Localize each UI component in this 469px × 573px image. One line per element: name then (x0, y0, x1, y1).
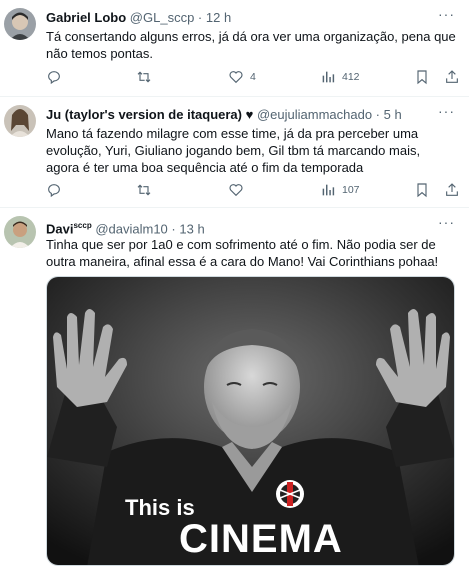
timestamp[interactable]: 5 h (384, 107, 402, 122)
heart-icon (229, 184, 243, 197)
tweet-header: Gabriel Lobo @GL_sccp · 12 h (46, 10, 231, 26)
tweet-media-image[interactable]: This is CINEMA (46, 276, 455, 566)
more-options-icon[interactable]: ··· (438, 6, 455, 22)
view-count: 107 (342, 184, 360, 196)
separator-dot: · (375, 107, 381, 122)
tweet-2[interactable]: Ju (taylor's version de itaquera) ♥ @euj… (0, 97, 469, 208)
avatar[interactable] (4, 105, 36, 137)
meme-caption-cinema: CINEMA (179, 517, 343, 561)
share-button[interactable] (444, 182, 460, 198)
tweet-text: Tinha que ser por 1a0 e com sofrimento a… (46, 237, 439, 269)
separator-dot: · (197, 10, 203, 25)
separator-dot: · (171, 221, 176, 237)
reply-icon (48, 71, 60, 85)
timestamp[interactable]: 13 h (179, 221, 204, 236)
like-count: 4 (250, 71, 256, 83)
author-name[interactable]: Ju (taylor's version de itaquera) (46, 107, 242, 122)
views-icon (322, 71, 335, 83)
avatar[interactable] (4, 216, 36, 248)
author-handle[interactable]: @davialm10 (95, 221, 167, 236)
author-handle[interactable]: @GL_sccp (130, 10, 195, 25)
author-handle[interactable]: @eujuliammachado (257, 107, 372, 122)
views-button[interactable]: 412 (320, 69, 360, 85)
retweet-icon (137, 71, 151, 83)
like-button[interactable] (228, 182, 250, 198)
tweet-text: Tá consertando alguns erros, já dá ora v… (46, 29, 456, 61)
tweet-header: Davisccp @davialm10 · 13 h (46, 218, 205, 237)
retweet-icon (137, 184, 151, 196)
reply-button[interactable] (46, 182, 62, 198)
share-button[interactable] (444, 69, 460, 85)
avatar-image (4, 8, 36, 40)
share-icon (446, 70, 458, 83)
views-icon (322, 184, 335, 196)
bookmark-icon (417, 183, 427, 198)
avatar-image (4, 216, 36, 248)
retweet-button[interactable] (136, 69, 152, 85)
like-button[interactable]: 4 (228, 69, 256, 85)
avatar[interactable] (4, 8, 36, 40)
tweet-header: Ju (taylor's version de itaquera) ♥ @euj… (46, 107, 402, 123)
heart-icon (229, 71, 243, 84)
author-name[interactable]: Davi (46, 221, 73, 236)
bookmark-button[interactable] (414, 69, 430, 85)
reply-button[interactable] (46, 69, 62, 85)
more-options-icon[interactable]: ··· (438, 214, 455, 230)
view-count: 412 (342, 71, 360, 83)
bookmark-icon (417, 70, 427, 85)
bookmark-button[interactable] (414, 182, 430, 198)
author-name-suffix: sccp (73, 221, 92, 230)
tweet-actions: 107 (46, 182, 458, 198)
timestamp[interactable]: 12 h (206, 10, 231, 25)
author-name[interactable]: Gabriel Lobo (46, 10, 126, 25)
tweet-text: Mano tá fazendo milagre com esse time, j… (46, 126, 421, 175)
avatar-image (4, 105, 36, 137)
views-button[interactable]: 107 (320, 182, 360, 198)
black-heart-icon: ♥ (245, 107, 254, 122)
reply-icon (48, 184, 60, 198)
tweet-actions: 4 412 (46, 69, 458, 85)
more-options-icon[interactable]: ··· (438, 103, 455, 119)
retweet-button[interactable] (136, 182, 152, 198)
tweet-1[interactable]: Gabriel Lobo @GL_sccp · 12 h ··· Tá cons… (0, 0, 469, 97)
share-icon (446, 183, 458, 196)
